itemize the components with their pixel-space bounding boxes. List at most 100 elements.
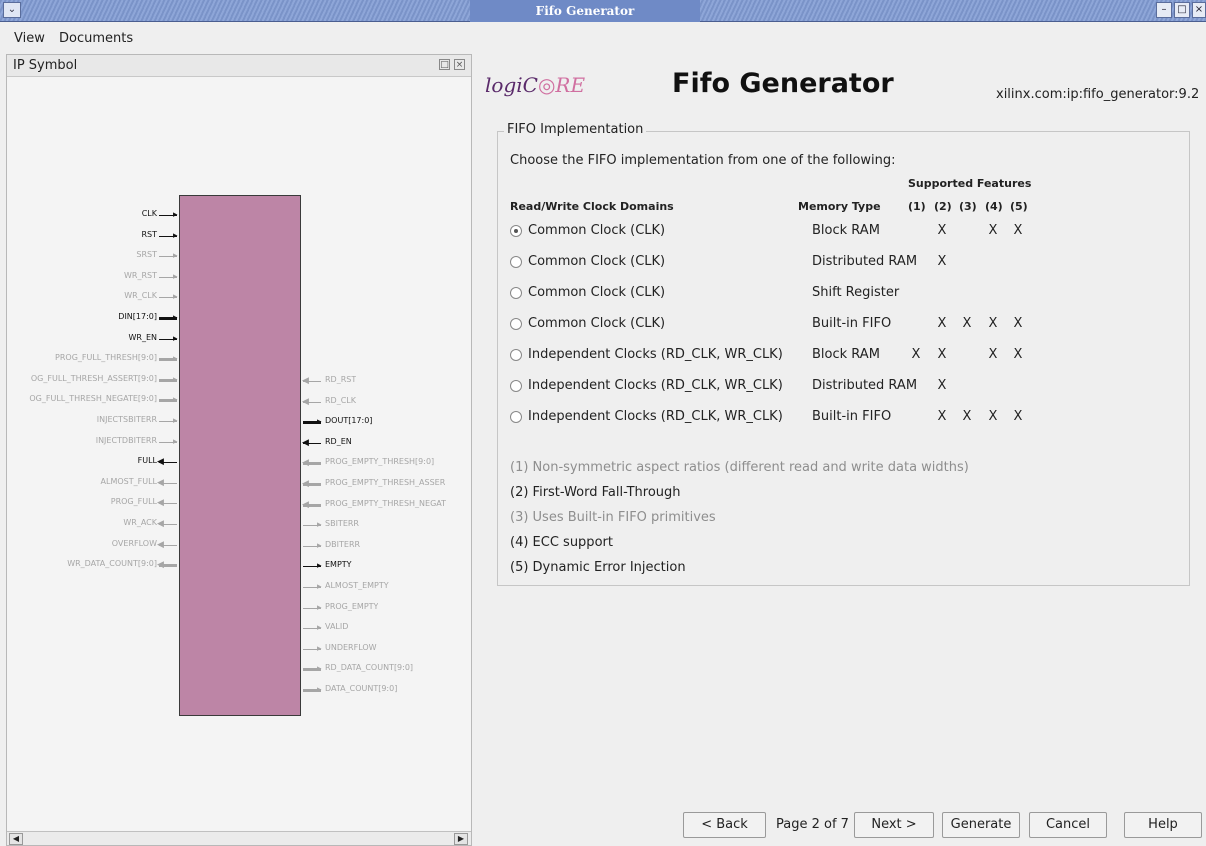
output-port-label: PROG_EMPTY_THRESH_NEGAT xyxy=(325,498,447,508)
option-label: Common Clock (CLK) xyxy=(528,223,666,238)
radio-button[interactable] xyxy=(510,287,522,299)
port-arrow-icon: ◀ xyxy=(302,499,309,510)
menu-view[interactable]: View xyxy=(14,31,45,46)
port-arrow-icon: ▸ xyxy=(317,664,322,675)
clock-domain-option[interactable]: Independent Clocks (RD_CLK, WR_CLK) xyxy=(510,409,800,429)
port-arrow-icon: ▸ xyxy=(173,354,178,365)
horizontal-scrollbar[interactable]: ◀ ▶ xyxy=(7,831,471,845)
port-arrow-icon: ▸ xyxy=(173,313,178,323)
panel-header: IP Symbol □ × xyxy=(7,55,471,77)
port-arrow-icon: ▸ xyxy=(173,271,178,282)
port-arrow-icon: ▸ xyxy=(317,602,322,613)
input-port-label: ALMOST_FULL xyxy=(100,476,157,486)
fifo-symbol-block xyxy=(179,195,301,716)
title-bar: ⌄ Fifo Generator – □ × xyxy=(0,0,1206,22)
input-port-label: PROG_FULL_THRESH[9:0] xyxy=(55,353,157,363)
scroll-right-icon[interactable]: ▶ xyxy=(454,833,468,845)
input-port-label: INJECTSBITERR xyxy=(96,415,157,424)
input-port-label: PROG_FULL xyxy=(110,497,157,507)
memory-type-label: Block RAM xyxy=(812,347,880,362)
port-arrow-icon: ▸ xyxy=(173,292,178,303)
feature-note: (4) ECC support xyxy=(510,535,613,550)
output-port-label: PROG_EMPTY_THRESH[9:0] xyxy=(325,457,435,467)
input-port-label: WR_CLK xyxy=(124,291,157,301)
radio-button[interactable] xyxy=(510,349,522,361)
port-arrow-icon: ◀ xyxy=(157,539,164,550)
output-port-label: DOUT[17:0] xyxy=(325,416,373,426)
input-port-label: FULL xyxy=(137,456,157,466)
cancel-button[interactable]: Cancel xyxy=(1029,812,1107,838)
radio-button[interactable] xyxy=(510,318,522,330)
group-title: FIFO Implementation xyxy=(504,122,647,137)
maximize-icon[interactable]: □ xyxy=(1174,2,1190,18)
port-arrow-icon: ▸ xyxy=(317,520,322,531)
output-port-label: ALMOST_EMPTY xyxy=(325,581,389,590)
input-port-label: WR_ACK xyxy=(123,518,157,527)
menu-bar: View Documents xyxy=(0,28,1206,50)
memory-type-label: Shift Register xyxy=(812,285,900,300)
scroll-left-icon[interactable]: ◀ xyxy=(9,833,23,845)
clock-domain-option[interactable]: Common Clock (CLK) xyxy=(510,223,800,243)
port-arrow-icon: ▸ xyxy=(173,374,178,385)
feature-column-header: (5) xyxy=(1010,200,1028,213)
float-icon[interactable]: □ xyxy=(439,59,450,70)
ip-symbol-panel: IP Symbol □ × CLK ▸ RST ▸ SRST ▸ WR_RST ▸ WR_CLK… xyxy=(6,54,472,846)
feature-column-header: (1) xyxy=(908,200,926,213)
memory-type-label: Built-in FIFO xyxy=(812,316,892,331)
feature-mark: X xyxy=(962,316,972,331)
clock-domain-option[interactable]: Common Clock (CLK) xyxy=(510,254,800,274)
close-icon[interactable]: × xyxy=(1192,2,1206,18)
port-arrow-icon: ◀ xyxy=(157,477,164,488)
radio-button[interactable] xyxy=(510,411,522,423)
next-button[interactable]: Next > xyxy=(854,812,934,838)
feature-mark: X xyxy=(1013,223,1023,238)
feature-mark: X xyxy=(937,254,947,269)
feature-note: (1) Non-symmetric aspect ratios (differe… xyxy=(510,460,969,475)
clock-domain-option[interactable]: Common Clock (CLK) xyxy=(510,285,800,305)
input-port-label: CLK xyxy=(141,209,157,218)
port-arrow-icon: ◀ xyxy=(302,376,309,386)
help-button[interactable]: Help xyxy=(1124,812,1202,838)
feature-column-header: (3) xyxy=(959,200,977,213)
feature-mark: X xyxy=(988,316,998,331)
supported-features-header: Supported Features xyxy=(908,177,1032,190)
clock-domain-option[interactable]: Common Clock (CLK) xyxy=(510,316,800,336)
port-arrow-icon: ◀ xyxy=(302,458,309,469)
output-port-label: SBITERR xyxy=(325,519,359,529)
close-panel-icon[interactable]: × xyxy=(454,59,465,70)
memory-type-label: Block RAM xyxy=(812,223,880,238)
menu-documents[interactable]: Documents xyxy=(59,31,133,46)
output-port-label: DATA_COUNT[9:0] xyxy=(325,684,398,693)
memory-type-label: Distributed RAM xyxy=(812,254,918,269)
page-indicator: Page 2 of 7 xyxy=(776,817,849,832)
feature-mark: X xyxy=(937,347,947,362)
radio-button[interactable] xyxy=(510,380,522,392)
input-port-label: OG_FULL_THRESH_ASSERT[9:0] xyxy=(30,373,157,383)
clock-domain-option[interactable]: Independent Clocks (RD_CLK, WR_CLK) xyxy=(510,347,800,367)
back-button[interactable]: < Back xyxy=(683,812,766,838)
col-memory-type: Memory Type xyxy=(798,200,881,213)
port-arrow-icon: ◀ xyxy=(302,396,309,407)
port-arrow-icon: ▸ xyxy=(173,436,178,447)
port-arrow-icon: ▸ xyxy=(173,333,178,344)
input-port-label: WR_DATA_COUNT[9:0] xyxy=(67,559,157,569)
feature-column-header: (4) xyxy=(985,200,1003,213)
output-port-label: EMPTY xyxy=(325,560,352,570)
feature-mark: X xyxy=(988,409,998,424)
minimize-icon[interactable]: – xyxy=(1156,2,1172,18)
feature-mark: X xyxy=(937,409,947,424)
port-arrow-icon: ▸ xyxy=(173,395,178,406)
window-menu-icon[interactable]: ⌄ xyxy=(3,2,21,18)
radio-button[interactable] xyxy=(510,225,522,237)
port-arrow-icon: ▸ xyxy=(317,417,322,428)
output-port-label: RD_CLK xyxy=(325,395,357,405)
port-arrow-icon: ▸ xyxy=(317,540,322,551)
clock-domain-option[interactable]: Independent Clocks (RD_CLK, WR_CLK) xyxy=(510,378,800,398)
feature-note: (3) Uses Built-in FIFO primitives xyxy=(510,510,716,525)
feature-mark: X xyxy=(988,223,998,238)
feature-mark: X xyxy=(937,316,947,331)
output-port-label: RD_DATA_COUNT[9:0] xyxy=(325,663,414,673)
generate-button[interactable]: Generate xyxy=(942,812,1020,838)
radio-button[interactable] xyxy=(510,256,522,268)
memory-type-label: Distributed RAM xyxy=(812,378,918,393)
